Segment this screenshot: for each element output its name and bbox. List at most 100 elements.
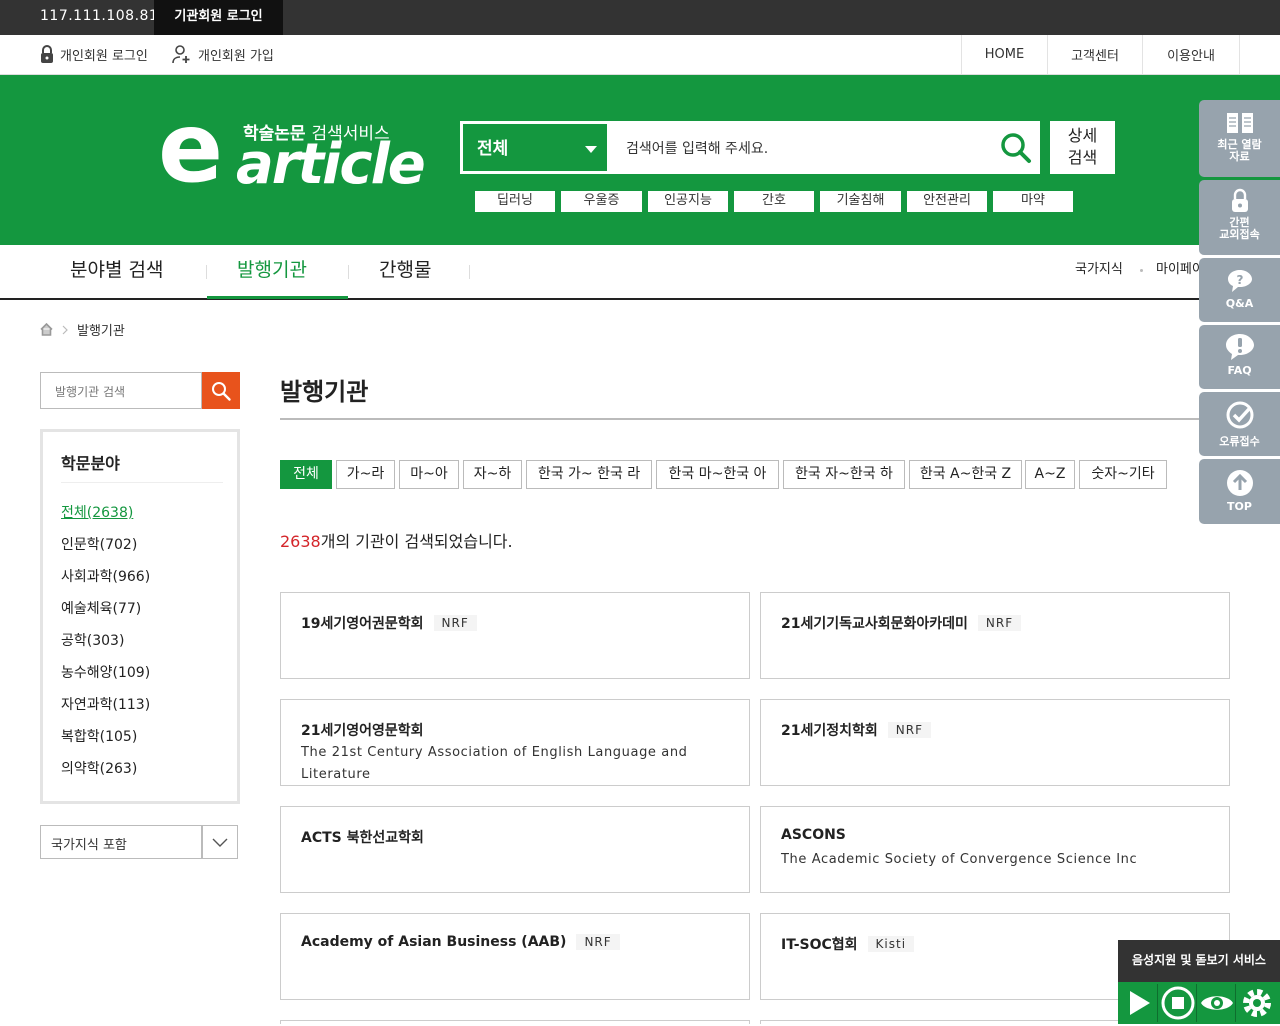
category-item[interactable]: 의약학(263) bbox=[61, 758, 137, 778]
usage-guide-link[interactable]: 이용안내 bbox=[1142, 35, 1240, 74]
nav-field-search[interactable]: 분야별 검색 bbox=[70, 245, 163, 298]
filter-tab[interactable]: 한국 가~ 한국 라 bbox=[526, 460, 652, 489]
keyword-tag[interactable]: 딥러닝 bbox=[475, 191, 555, 212]
filter-tab[interactable]: 마~아 bbox=[399, 460, 459, 489]
publisher-name: ACTS 북한선교학회 bbox=[301, 830, 424, 846]
category-title: 학문분야 bbox=[61, 454, 120, 473]
error-report-button[interactable]: 오류접수 bbox=[1199, 392, 1280, 456]
nav-publications[interactable]: 간행물 bbox=[379, 245, 431, 298]
chevron-down-icon bbox=[212, 838, 228, 847]
filter-tab[interactable]: A~Z bbox=[1025, 460, 1075, 489]
publisher-title-row: Academy of Asian Business (AAB) NRF bbox=[301, 934, 620, 950]
publisher-name: IT-SOC협회 bbox=[781, 937, 858, 953]
filter-tab[interactable]: 자~하 bbox=[463, 460, 522, 489]
logo-e[interactable]: e bbox=[158, 100, 223, 196]
home-link[interactable]: HOME bbox=[961, 35, 1047, 74]
customer-center-link[interactable]: 고객센터 bbox=[1047, 35, 1142, 74]
advanced-search-line1: 상세 bbox=[1067, 126, 1098, 145]
ip-address: 117.111.108.81 bbox=[40, 8, 159, 24]
publisher-name: 21세기영어영문학회 bbox=[301, 723, 424, 739]
user-add-icon bbox=[172, 45, 190, 64]
category-item[interactable]: 복합학(105) bbox=[61, 726, 137, 746]
easy-access-button[interactable]: 간편 교외접속 bbox=[1199, 180, 1280, 255]
personal-join-label: 개인회원 가입 bbox=[198, 48, 274, 64]
filter-tab[interactable]: 숫자~기타 bbox=[1079, 460, 1167, 489]
publisher-card[interactable]: 21세기영어영문학회 The 21st Century Association … bbox=[280, 699, 750, 786]
publisher-badge: NRF bbox=[977, 615, 1022, 631]
chat-question-icon: ? bbox=[1227, 270, 1252, 292]
chevron-right-icon bbox=[62, 325, 68, 334]
faq-label: FAQ bbox=[1227, 364, 1252, 377]
keyword-tag[interactable]: 안전관리 bbox=[907, 191, 987, 212]
search-button[interactable] bbox=[990, 121, 1040, 174]
nav-publishers[interactable]: 발행기관 bbox=[237, 245, 307, 298]
logo-wordmark[interactable]: article bbox=[236, 135, 426, 195]
easy-line2: 교외접속 bbox=[1219, 228, 1260, 241]
qa-label: Q&A bbox=[1225, 297, 1254, 310]
faq-button[interactable]: FAQ bbox=[1199, 325, 1280, 389]
keyword-tag[interactable]: 우울증 bbox=[561, 191, 642, 212]
filter-tab[interactable]: 한국 마~한국 아 bbox=[656, 460, 779, 489]
category-item[interactable]: 자연과학(113) bbox=[61, 694, 150, 714]
filter-tab[interactable]: 한국 자~한국 하 bbox=[783, 460, 905, 489]
filter-tab[interactable]: 한국 A~한국 Z bbox=[909, 460, 1022, 489]
voice-support-title: 음성지원 및 돋보기 서비스 bbox=[1132, 953, 1266, 967]
category-divider bbox=[61, 482, 223, 483]
nav-mypage[interactable]: 마이페이 bbox=[1156, 245, 1200, 298]
publisher-card[interactable]: 21세기정치학회 NRF bbox=[760, 699, 1230, 786]
publisher-name: ASCONS bbox=[781, 827, 846, 843]
play-button[interactable] bbox=[1120, 984, 1158, 1022]
eye-icon bbox=[1201, 996, 1233, 1010]
magnifier-button[interactable] bbox=[1198, 984, 1236, 1022]
publisher-card[interactable]: 21세기기독교사회문화아카데미 NRF bbox=[760, 592, 1230, 679]
national-knowledge-dropdown-button[interactable] bbox=[202, 825, 238, 859]
stop-button[interactable] bbox=[1159, 984, 1197, 1022]
publisher-search-input[interactable]: 발행기관 검색 bbox=[40, 372, 202, 409]
personal-login-label: 개인회원 로그인 bbox=[60, 48, 148, 64]
category-item[interactable]: 사회과학(966) bbox=[61, 566, 150, 586]
publisher-card[interactable]: ASCONS The Academic Society of Convergen… bbox=[760, 806, 1230, 893]
nav-national-knowledge[interactable]: 국가지식 bbox=[1075, 245, 1123, 298]
filter-tab[interactable]: 가~라 bbox=[336, 460, 395, 489]
category-item-all[interactable]: 전체(2638) bbox=[61, 502, 133, 522]
keyword-tag[interactable]: 마약 bbox=[993, 191, 1073, 212]
publisher-card[interactable] bbox=[280, 1020, 750, 1024]
category-item[interactable]: 인문학(702) bbox=[61, 534, 137, 554]
category-item[interactable]: 공학(303) bbox=[61, 630, 124, 650]
national-knowledge-select[interactable]: 국가지식 포함 bbox=[40, 825, 202, 859]
recent-viewed-button[interactable]: 최근 열람 자료 bbox=[1199, 100, 1280, 177]
qa-button[interactable]: ? Q&A bbox=[1199, 258, 1280, 322]
publisher-name: 19세기영어권문학회 bbox=[301, 616, 424, 632]
search-scope-select[interactable]: 전체 bbox=[460, 121, 610, 174]
field-category-box: 학문분야 전체(2638) 인문학(702) 사회과학(966) 예술체육(77… bbox=[40, 429, 240, 804]
filter-tab[interactable]: 전체 bbox=[280, 460, 332, 489]
publisher-card[interactable]: Academy of Asian Business (AAB) NRF bbox=[280, 913, 750, 1000]
advanced-search-button[interactable]: 상세 검색 bbox=[1050, 121, 1115, 174]
check-circle-icon bbox=[1226, 401, 1253, 429]
institution-login-button[interactable]: 기관회원 로그인 bbox=[154, 0, 283, 35]
top-label: TOP bbox=[1227, 500, 1252, 513]
category-item[interactable]: 농수해양(109) bbox=[61, 662, 150, 682]
publisher-badge: NRF bbox=[433, 615, 477, 631]
personal-login-link[interactable]: 개인회원 로그인 bbox=[40, 44, 148, 64]
play-icon bbox=[1130, 991, 1150, 1015]
keyword-tag[interactable]: 간호 bbox=[734, 191, 814, 212]
keyword-tag[interactable]: 기술침해 bbox=[820, 191, 901, 212]
publisher-name: 21세기정치학회 bbox=[781, 723, 878, 739]
breadcrumb-current: 발행기관 bbox=[77, 324, 125, 339]
home-icon[interactable] bbox=[40, 323, 53, 336]
personal-join-link[interactable]: 개인회원 가입 bbox=[172, 44, 274, 64]
publisher-search-button[interactable] bbox=[202, 372, 240, 409]
arrow-up-circle-icon bbox=[1226, 470, 1253, 496]
nav-divider bbox=[206, 265, 207, 279]
keyword-tag[interactable]: 인공지능 bbox=[648, 191, 728, 212]
result-count-number: 2638 bbox=[280, 532, 321, 551]
publisher-title-row: IT-SOC협회 Kisti bbox=[781, 934, 915, 954]
search-input[interactable]: 검색어를 입력해 주세요. bbox=[610, 121, 990, 174]
settings-button[interactable] bbox=[1238, 984, 1276, 1022]
page-title: 발행기관 bbox=[280, 378, 369, 406]
category-item[interactable]: 예술체육(77) bbox=[61, 598, 141, 618]
publisher-card[interactable]: ACTS 북한선교학회 bbox=[280, 806, 750, 893]
publisher-card[interactable]: 19세기영어권문학회 NRF bbox=[280, 592, 750, 679]
scroll-top-button[interactable]: TOP bbox=[1199, 459, 1280, 524]
